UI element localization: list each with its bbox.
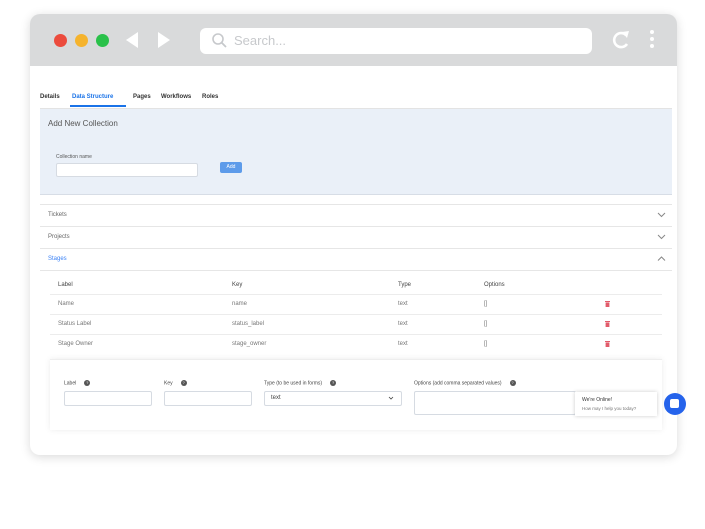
field-label-cell: Status Label xyxy=(58,321,92,327)
field-key-input[interactable] xyxy=(164,391,252,406)
table-row-divider xyxy=(50,314,662,315)
add-collection-title: Add New Collection xyxy=(48,119,118,128)
search-placeholder: Search... xyxy=(234,33,287,48)
browser-window: Search... Details Data Structure Pages W… xyxy=(30,14,677,455)
trash-icon[interactable] xyxy=(605,301,610,307)
column-header-type: Type xyxy=(398,282,412,288)
chevron-down-icon[interactable] xyxy=(657,210,666,219)
back-icon[interactable] xyxy=(126,32,138,48)
chat-launcher-button[interactable] xyxy=(664,393,686,415)
field-options-cell: [] xyxy=(484,321,488,327)
tab-roles[interactable]: Roles xyxy=(202,94,218,100)
field-type-cell: text xyxy=(398,321,408,327)
field-key-cell: status_label xyxy=(232,321,265,327)
help-icon[interactable]: ? xyxy=(180,380,187,386)
field-options-textarea[interactable] xyxy=(414,391,576,415)
help-icon[interactable]: ? xyxy=(509,380,516,386)
kebab-menu-icon[interactable] xyxy=(650,30,654,51)
column-header-label: Label xyxy=(58,282,73,288)
field-key-cell: name xyxy=(232,301,248,307)
chevron-down-icon xyxy=(388,396,394,400)
trash-icon[interactable] xyxy=(605,321,610,327)
tab-workflows[interactable]: Workflows xyxy=(161,94,191,100)
tab-details[interactable]: Details xyxy=(40,94,60,100)
new-field-form: Label? Key? Type (to be used in forms)? … xyxy=(50,359,662,430)
help-icon[interactable]: ? xyxy=(330,380,337,386)
collection-label: Stages xyxy=(48,256,67,262)
field-options-label: Options (add comma separated values)? xyxy=(414,380,516,387)
collection-label: Tickets xyxy=(48,212,67,218)
chat-widget-bubble[interactable]: We're Online! How may I help you today? xyxy=(575,392,657,416)
table-header-divider xyxy=(50,294,662,295)
field-options-cell: [] xyxy=(484,301,488,307)
help-icon[interactable]: ? xyxy=(84,380,91,386)
add-collection-panel: Add New Collection Collection name Add xyxy=(40,109,672,195)
column-header-key: Key xyxy=(232,282,243,288)
active-tab-indicator xyxy=(70,105,126,107)
collection-name-label: Collection name xyxy=(56,154,92,160)
collection-row-projects[interactable]: Projects xyxy=(40,226,672,248)
chevron-down-icon[interactable] xyxy=(657,232,666,241)
column-header-options: Options xyxy=(484,282,505,288)
field-label-label: Label? xyxy=(64,380,91,387)
field-label-cell: Stage Owner xyxy=(58,341,94,347)
forward-icon[interactable] xyxy=(158,32,170,48)
field-type-cell: text xyxy=(398,341,408,347)
field-type-value: text xyxy=(271,395,281,401)
field-key-cell: stage_owner xyxy=(232,341,267,347)
field-options-cell: [] xyxy=(484,341,488,347)
trash-icon[interactable] xyxy=(605,341,610,347)
minimize-window-button[interactable] xyxy=(75,34,88,47)
tab-data-structure[interactable]: Data Structure xyxy=(72,94,113,100)
search-icon xyxy=(212,33,227,48)
table-row-divider xyxy=(50,334,662,335)
maximize-window-button[interactable] xyxy=(96,34,109,47)
reload-icon[interactable] xyxy=(611,29,631,51)
field-label-cell: Name xyxy=(58,301,75,307)
chevron-up-icon[interactable] xyxy=(657,254,666,263)
field-key-label: Key? xyxy=(164,380,187,387)
close-window-button[interactable] xyxy=(54,34,67,47)
collection-label: Projects xyxy=(48,234,70,240)
collection-name-input[interactable] xyxy=(56,163,198,177)
tab-pages[interactable]: Pages xyxy=(133,94,151,100)
field-type-cell: text xyxy=(398,301,408,307)
collection-row-tickets[interactable]: Tickets xyxy=(40,204,672,226)
field-label-input[interactable] xyxy=(64,391,152,406)
search-bar[interactable]: Search... xyxy=(200,28,592,54)
chat-prompt-text: How may I help you today? xyxy=(582,406,637,411)
field-type-label: Type (to be used in forms)? xyxy=(264,380,337,387)
browser-toolbar: Search... xyxy=(30,14,677,66)
chat-status-text: We're Online! xyxy=(582,397,613,403)
chat-icon xyxy=(670,399,679,408)
add-collection-button[interactable]: Add xyxy=(220,162,242,173)
collection-row-stages[interactable]: Stages xyxy=(40,248,672,271)
field-type-select[interactable]: text xyxy=(264,391,402,406)
